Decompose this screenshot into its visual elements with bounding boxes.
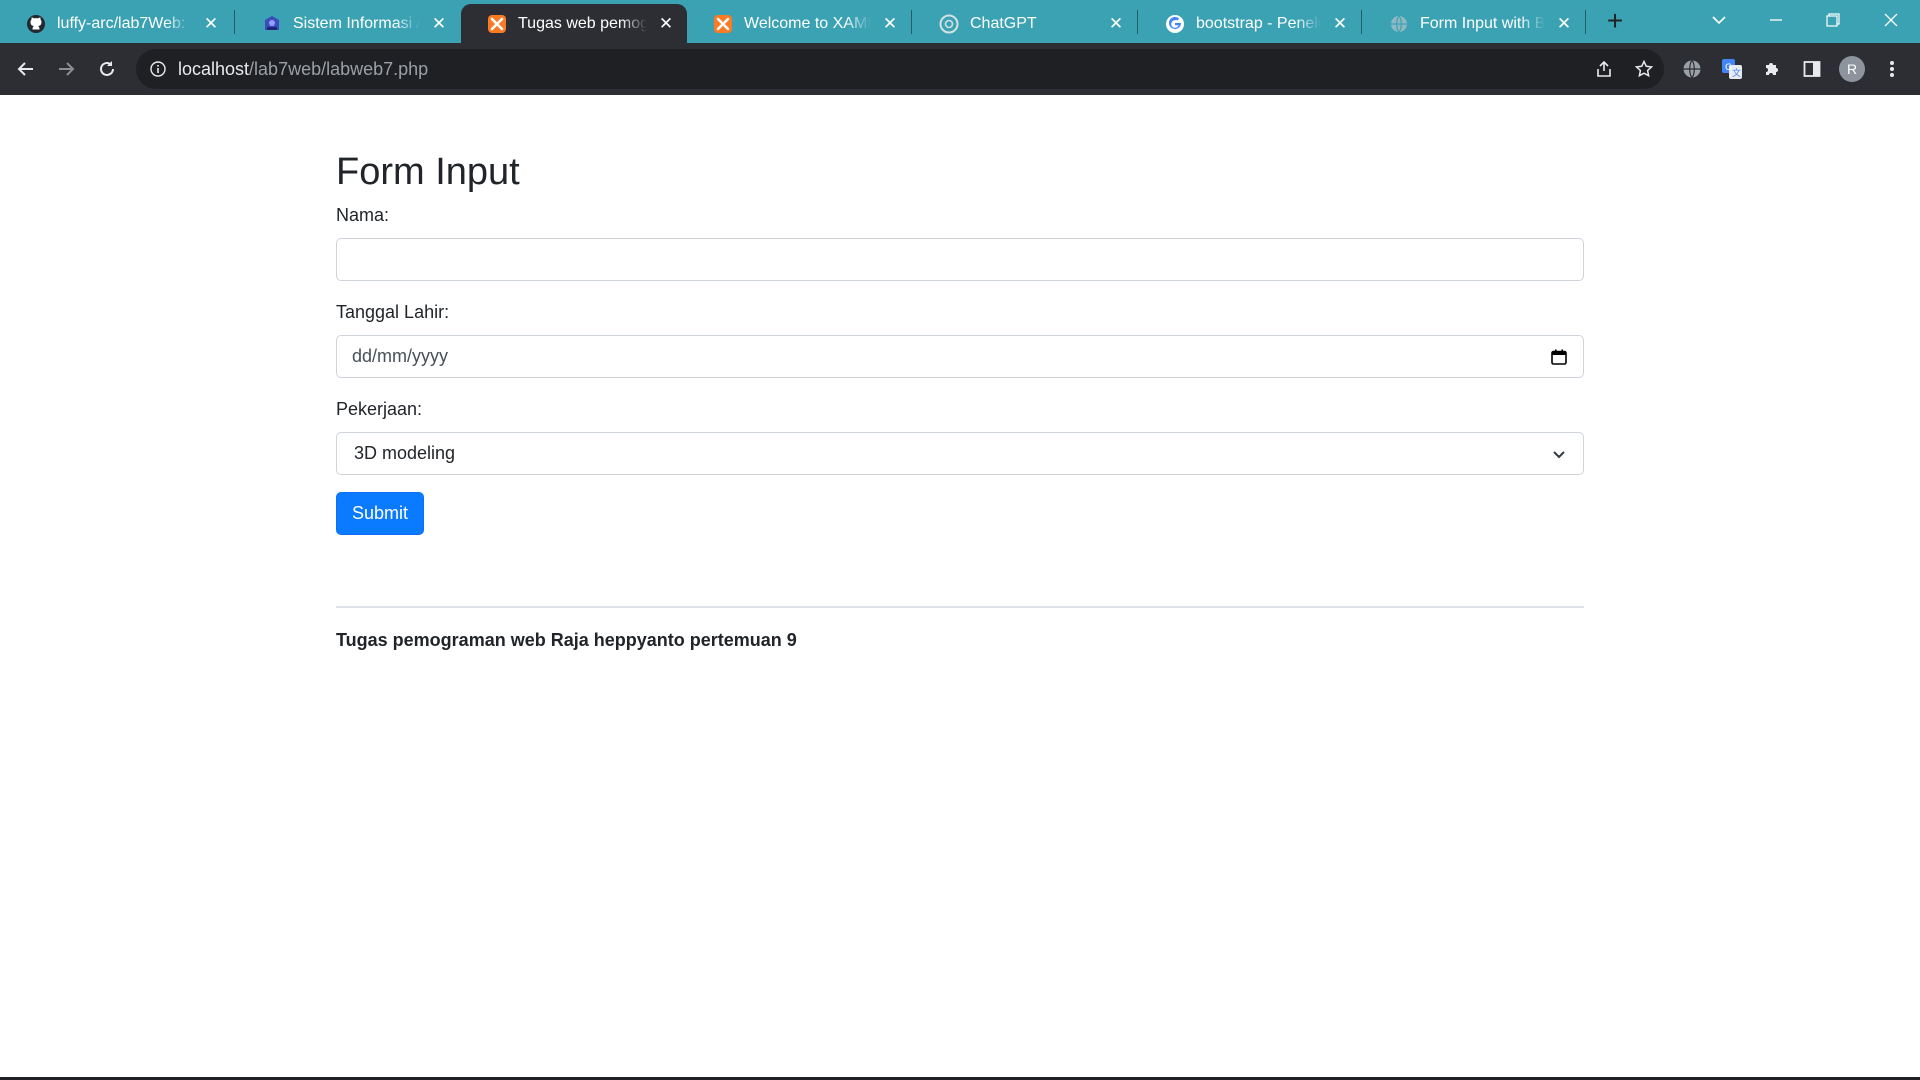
extensions-puzzle-icon[interactable] (1754, 51, 1790, 87)
translate-icon[interactable]: G文 (1714, 51, 1750, 87)
pekerjaan-select[interactable]: 3D modeling (336, 432, 1584, 475)
url-path: /lab7web/labweb7.php (249, 58, 429, 79)
globe-icon (1389, 14, 1409, 34)
tab-separator (1585, 10, 1586, 34)
nama-input[interactable] (336, 238, 1584, 281)
tab-title: Tugas web pemogram (518, 14, 647, 32)
close-window-icon[interactable] (1868, 2, 1914, 38)
avatar: R (1839, 56, 1865, 82)
tab-separator (1137, 10, 1138, 34)
svg-text:文: 文 (1732, 67, 1741, 79)
nama-label: Nama: (336, 205, 390, 225)
share-icon[interactable] (1592, 57, 1616, 81)
close-icon[interactable]: ✕ (879, 13, 901, 35)
reload-icon[interactable] (89, 51, 125, 87)
tab-title: Form Input with Boo (1420, 14, 1545, 32)
tab-title: ChatGPT (970, 14, 1037, 32)
tab-separator (1361, 10, 1362, 34)
back-arrow-icon[interactable] (8, 51, 44, 87)
submit-button[interactable]: Submit (336, 492, 425, 535)
bookmark-star-icon[interactable] (1632, 57, 1656, 81)
chatgpt-icon (939, 14, 959, 34)
minimize-icon[interactable] (1753, 2, 1799, 38)
calendar-icon[interactable] (1549, 347, 1569, 367)
forward-arrow-icon[interactable] (48, 51, 84, 87)
close-icon[interactable]: ✕ (200, 13, 222, 35)
tab-bootstrap-search[interactable]: bootstrap - Penelusu ✕ (1139, 4, 1361, 43)
tanggal-lahir-label: Tanggal Lahir: (336, 302, 450, 322)
page-title: Form Input (336, 151, 520, 193)
kebab-menu-icon[interactable] (1874, 51, 1910, 87)
info-icon[interactable] (148, 59, 168, 79)
tab-welcome-xampp[interactable]: Welcome to XAMPP ✕ (687, 4, 911, 43)
close-icon[interactable]: ✕ (1329, 13, 1351, 35)
google-icon (1165, 14, 1185, 34)
close-icon[interactable]: ✕ (428, 13, 450, 35)
footer-text: Tugas pemograman web Raja heppyanto pert… (336, 630, 797, 650)
close-icon[interactable]: ✕ (1553, 13, 1575, 35)
chevron-down-icon (1549, 444, 1569, 464)
university-icon (262, 14, 282, 34)
address-bar[interactable]: localhost/lab7web/labweb7.php (136, 49, 1664, 89)
tab-chatgpt[interactable]: ChatGPT ✕ (913, 4, 1137, 43)
close-icon[interactable]: ✕ (1105, 13, 1127, 35)
tab-form-input[interactable]: Form Input with Boo ✕ (1363, 4, 1585, 43)
date-placeholder: dd/mm/yyyy (352, 346, 449, 366)
url-host: localhost (178, 58, 250, 79)
xampp-icon (713, 14, 733, 34)
tab-github[interactable]: luffy-arc/lab7Web: M ✕ (0, 4, 232, 43)
tab-search-chevron-icon[interactable] (1696, 2, 1742, 38)
close-icon[interactable]: ✕ (655, 13, 677, 35)
profile-button[interactable]: R (1834, 51, 1870, 87)
tab-separator (911, 10, 912, 34)
tanggal-lahir-input[interactable]: dd/mm/yyyy (336, 335, 1584, 378)
tab-strip: luffy-arc/lab7Web: M ✕ Sistem Informasi … (0, 0, 1920, 43)
xampp-icon (487, 14, 507, 34)
svg-text:G: G (1725, 63, 1732, 73)
pekerjaan-selected-value: 3D modeling (354, 443, 456, 463)
github-icon (26, 14, 46, 34)
tab-title: Welcome to XAMPP (744, 14, 871, 32)
vpn-globe-icon[interactable] (1674, 51, 1710, 87)
side-panel-icon[interactable] (1794, 51, 1830, 87)
browser-toolbar: localhost/lab7web/labweb7.php G文 R (0, 43, 1920, 95)
new-tab-button[interactable]: + (1598, 6, 1632, 36)
url-text: localhost/lab7web/labweb7.php (178, 59, 428, 80)
pekerjaan-label: Pekerjaan: (336, 399, 423, 419)
tab-sistem-informasi[interactable]: Sistem Informasi Aka ✕ (236, 4, 460, 43)
tab-title: bootstrap - Penelusu (1196, 14, 1321, 32)
page-viewport: Form Input Nama: Tanggal Lahir: dd/mm/yy… (0, 95, 1920, 1078)
tab-separator (234, 10, 235, 34)
tab-title: luffy-arc/lab7Web: M (57, 14, 192, 32)
restore-icon[interactable] (1810, 2, 1856, 38)
divider (336, 606, 1584, 608)
tab-tugas-web[interactable]: Tugas web pemogram ✕ (461, 4, 687, 43)
tab-title: Sistem Informasi Aka (293, 14, 420, 32)
